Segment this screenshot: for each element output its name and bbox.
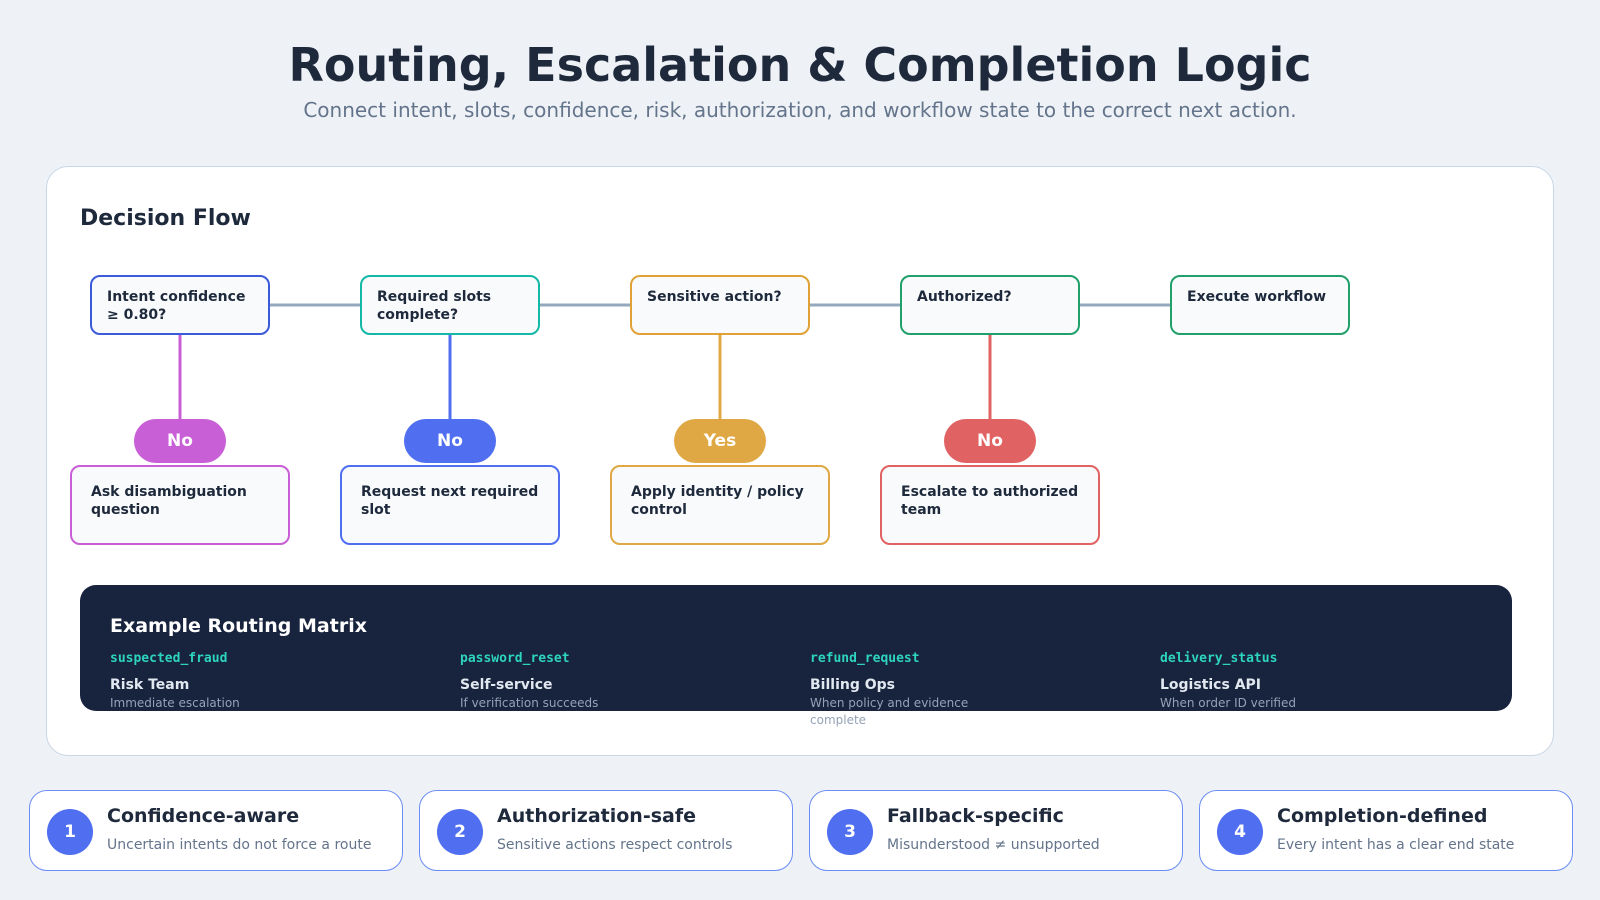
node-execute-workflow: Execute workflow: [1170, 275, 1350, 335]
answer-pill-no: No: [404, 419, 496, 463]
step-number-badge: 3: [827, 809, 873, 855]
step-number-badge: 1: [47, 809, 93, 855]
node-sensitive-action: Sensitive action?: [630, 275, 810, 335]
routing-matrix-title: Example Routing Matrix: [110, 615, 367, 637]
principle-title: Authorization-safe: [497, 805, 696, 827]
principle-title: Completion-defined: [1277, 805, 1488, 827]
node-authorized: Authorized?: [900, 275, 1080, 335]
principle-card-completion: 4 Completion-defined Every intent has a …: [1199, 790, 1573, 871]
matrix-intent: suspected_fraud: [110, 651, 228, 666]
node-label: Required slots complete?: [377, 289, 492, 323]
matrix-entry: password_reset Self-service If verificat…: [460, 651, 790, 712]
node-label: Authorized?: [917, 289, 1012, 305]
node-label: Sensitive action?: [647, 289, 782, 305]
matrix-team: Billing Ops: [810, 677, 895, 693]
matrix-intent: refund_request: [810, 651, 920, 666]
principle-description: Uncertain intents do not force a route: [107, 837, 372, 853]
principle-card-authorization: 2 Authorization-safe Sensitive actions r…: [419, 790, 793, 871]
matrix-entry: delivery_status Logistics API When order…: [1160, 651, 1490, 712]
matrix-team: Risk Team: [110, 677, 190, 693]
matrix-note: If verification succeeds: [460, 696, 599, 710]
principle-description: Every intent has a clear end state: [1277, 837, 1515, 853]
outcome-label: Escalate to authorized team: [901, 484, 1079, 518]
principle-title: Confidence-aware: [107, 805, 300, 827]
answer-pill-no: No: [134, 419, 226, 463]
answer-pill-no: No: [944, 419, 1036, 463]
matrix-note: When order ID verified: [1160, 696, 1296, 710]
principle-description: Misunderstood ≠ unsupported: [887, 837, 1100, 853]
matrix-note: When policy and evidence complete: [810, 696, 969, 727]
principle-card-confidence: 1 Confidence-aware Uncertain intents do …: [29, 790, 403, 871]
outcome-request-slot: Request next required slot: [340, 465, 560, 545]
matrix-team: Logistics API: [1160, 677, 1261, 693]
outcome-policy-control: Apply identity / policy control: [610, 465, 830, 545]
outcome-label: Ask disambiguation question: [91, 484, 247, 518]
step-number-badge: 2: [437, 809, 483, 855]
node-required-slots: Required slots complete?: [360, 275, 540, 335]
matrix-note: Immediate escalation: [110, 696, 240, 710]
node-intent-confidence: Intent confidence ≥ 0.80?: [90, 275, 270, 335]
outcome-escalate: Escalate to authorized team: [880, 465, 1100, 545]
flow-connectors: [178, 303, 1170, 421]
matrix-intent: password_reset: [460, 651, 570, 666]
matrix-team: Self-service: [460, 677, 553, 693]
principle-description: Sensitive actions respect controls: [497, 837, 733, 853]
outcome-label: Request next required slot: [361, 484, 539, 518]
node-label: Intent confidence ≥ 0.80?: [107, 289, 246, 323]
outcome-disambiguation: Ask disambiguation question: [70, 465, 290, 545]
routing-matrix: Example Routing Matrix suspected_fraud R…: [80, 585, 1512, 727]
step-number-badge: 4: [1217, 809, 1263, 855]
matrix-entry: refund_request Billing Ops When policy a…: [810, 651, 1140, 729]
outcome-label: Apply identity / policy control: [631, 484, 804, 518]
node-label: Execute workflow: [1187, 289, 1327, 305]
principle-title: Fallback-specific: [887, 805, 1064, 827]
answer-pill-yes: Yes: [674, 419, 766, 463]
matrix-entry: suspected_fraud Risk Team Immediate esca…: [110, 651, 440, 712]
matrix-intent: delivery_status: [1160, 651, 1278, 666]
principle-card-fallback: 3 Fallback-specific Misunderstood ≠ unsu…: [809, 790, 1183, 871]
